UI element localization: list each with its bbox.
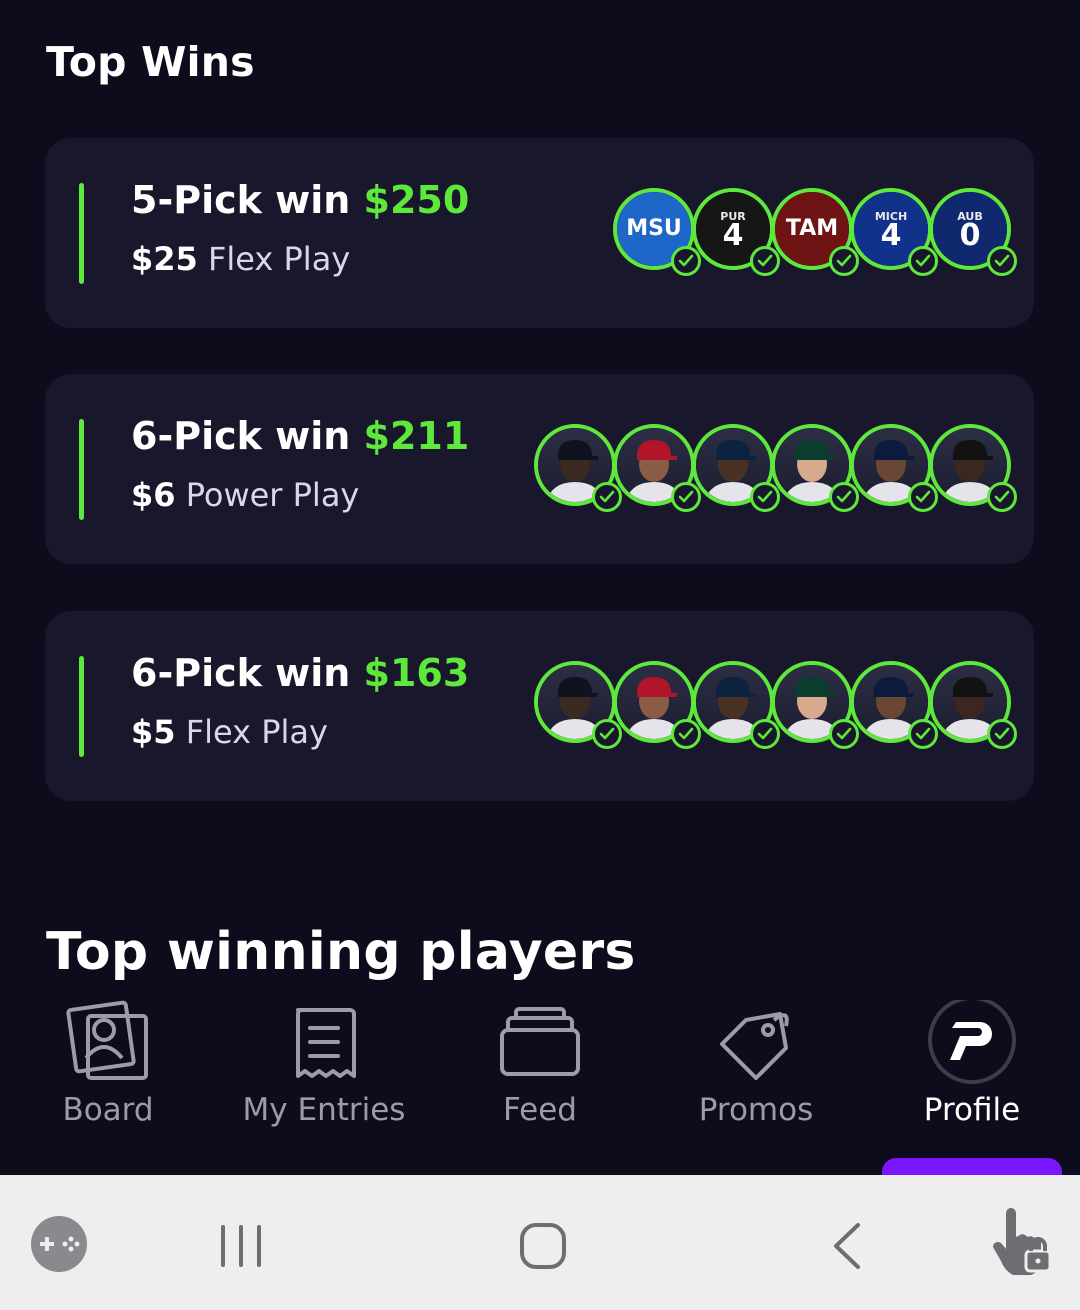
win-card-2[interactable]: 6-Pick win $211 $6 Power Play bbox=[45, 374, 1034, 564]
win-headline: 6-Pick win $211 bbox=[131, 414, 469, 458]
pick-label: 6-Pick win bbox=[131, 414, 351, 458]
check-icon bbox=[829, 719, 859, 749]
stake-amount: $6 bbox=[131, 476, 176, 514]
top-players-title: Top winning players bbox=[46, 922, 636, 982]
win-headline: 5-Pick win $250 bbox=[131, 178, 469, 222]
pick-avatar[interactable] bbox=[929, 424, 1017, 512]
stake-amount: $25 bbox=[131, 240, 198, 278]
game-launcher-icon[interactable] bbox=[30, 1215, 88, 1273]
pick-avatar[interactable] bbox=[771, 424, 859, 512]
pick-avatar[interactable] bbox=[850, 661, 938, 749]
recents-icon[interactable] bbox=[212, 1223, 272, 1269]
check-icon bbox=[750, 719, 780, 749]
win-accent-bar bbox=[79, 419, 84, 520]
pick-avatar[interactable]: MSU bbox=[613, 188, 701, 276]
pick-avatar[interactable] bbox=[613, 424, 701, 512]
nav-label: My Entries bbox=[242, 1092, 406, 1128]
pick-avatar[interactable]: PUR 4 bbox=[692, 188, 780, 276]
nav-label: Promos bbox=[698, 1092, 814, 1128]
check-icon bbox=[987, 719, 1017, 749]
check-icon bbox=[987, 246, 1017, 276]
pick-avatar[interactable] bbox=[771, 661, 859, 749]
check-icon bbox=[671, 719, 701, 749]
check-icon bbox=[908, 719, 938, 749]
win-amount: $211 bbox=[363, 414, 470, 458]
win-subline: $25 Flex Play bbox=[131, 240, 350, 278]
win-headline: 6-Pick win $163 bbox=[131, 651, 469, 695]
check-icon bbox=[908, 482, 938, 512]
nav-label: Profile bbox=[923, 1092, 1021, 1128]
jersey-team-text: TAM bbox=[785, 216, 839, 241]
check-icon bbox=[987, 482, 1017, 512]
promos-icon bbox=[656, 1000, 856, 1090]
pick-avatar[interactable] bbox=[692, 661, 780, 749]
profile-icon bbox=[872, 996, 1072, 1090]
jersey-team-text: MSU bbox=[626, 216, 682, 241]
check-icon bbox=[829, 482, 859, 512]
win-card-3[interactable]: 6-Pick win $163 $5 Flex Play bbox=[45, 611, 1034, 801]
win-subline: $6 Power Play bbox=[131, 476, 359, 514]
win-subline: $5 Flex Play bbox=[131, 713, 328, 751]
nav-label: Board bbox=[62, 1092, 154, 1128]
check-icon bbox=[592, 719, 622, 749]
pick-avatar[interactable] bbox=[692, 424, 780, 512]
pick-avatar[interactable] bbox=[534, 661, 622, 749]
pick-label: 5-Pick win bbox=[131, 178, 351, 222]
win-accent-bar bbox=[79, 183, 84, 284]
home-icon[interactable] bbox=[518, 1221, 568, 1271]
win-accent-bar bbox=[79, 656, 84, 757]
entries-icon bbox=[224, 1000, 424, 1090]
board-icon bbox=[8, 1000, 208, 1090]
top-wins-title: Top Wins bbox=[46, 38, 255, 86]
pick-label: 6-Pick win bbox=[131, 651, 351, 695]
pick-avatar[interactable] bbox=[613, 661, 701, 749]
win-card-1[interactable]: 5-Pick win $250 $25 Flex Play MSU PUR 4 TAM… bbox=[45, 138, 1034, 328]
pick-avatar[interactable]: TAM bbox=[771, 188, 859, 276]
back-icon[interactable] bbox=[826, 1221, 866, 1271]
check-icon bbox=[750, 246, 780, 276]
nav-label: Feed bbox=[503, 1092, 577, 1128]
play-type: Flex Play bbox=[207, 240, 351, 278]
pick-avatar[interactable] bbox=[534, 424, 622, 512]
check-icon bbox=[750, 482, 780, 512]
play-type: Power Play bbox=[185, 476, 360, 514]
pick-avatar[interactable] bbox=[850, 424, 938, 512]
stake-amount: $5 bbox=[131, 713, 176, 751]
system-nav-bar bbox=[0, 1175, 1080, 1310]
feed-icon bbox=[440, 1000, 640, 1090]
play-type: Flex Play bbox=[185, 713, 328, 751]
win-amount: $163 bbox=[363, 651, 470, 695]
win-amount: $250 bbox=[363, 178, 470, 222]
pick-avatar[interactable]: MICH 4 bbox=[850, 188, 938, 276]
check-icon bbox=[671, 482, 701, 512]
pick-avatar[interactable]: AUB 0 bbox=[929, 188, 1017, 276]
check-icon bbox=[592, 482, 622, 512]
pick-avatar[interactable] bbox=[929, 661, 1017, 749]
touch-lock-icon[interactable] bbox=[988, 1207, 1054, 1277]
